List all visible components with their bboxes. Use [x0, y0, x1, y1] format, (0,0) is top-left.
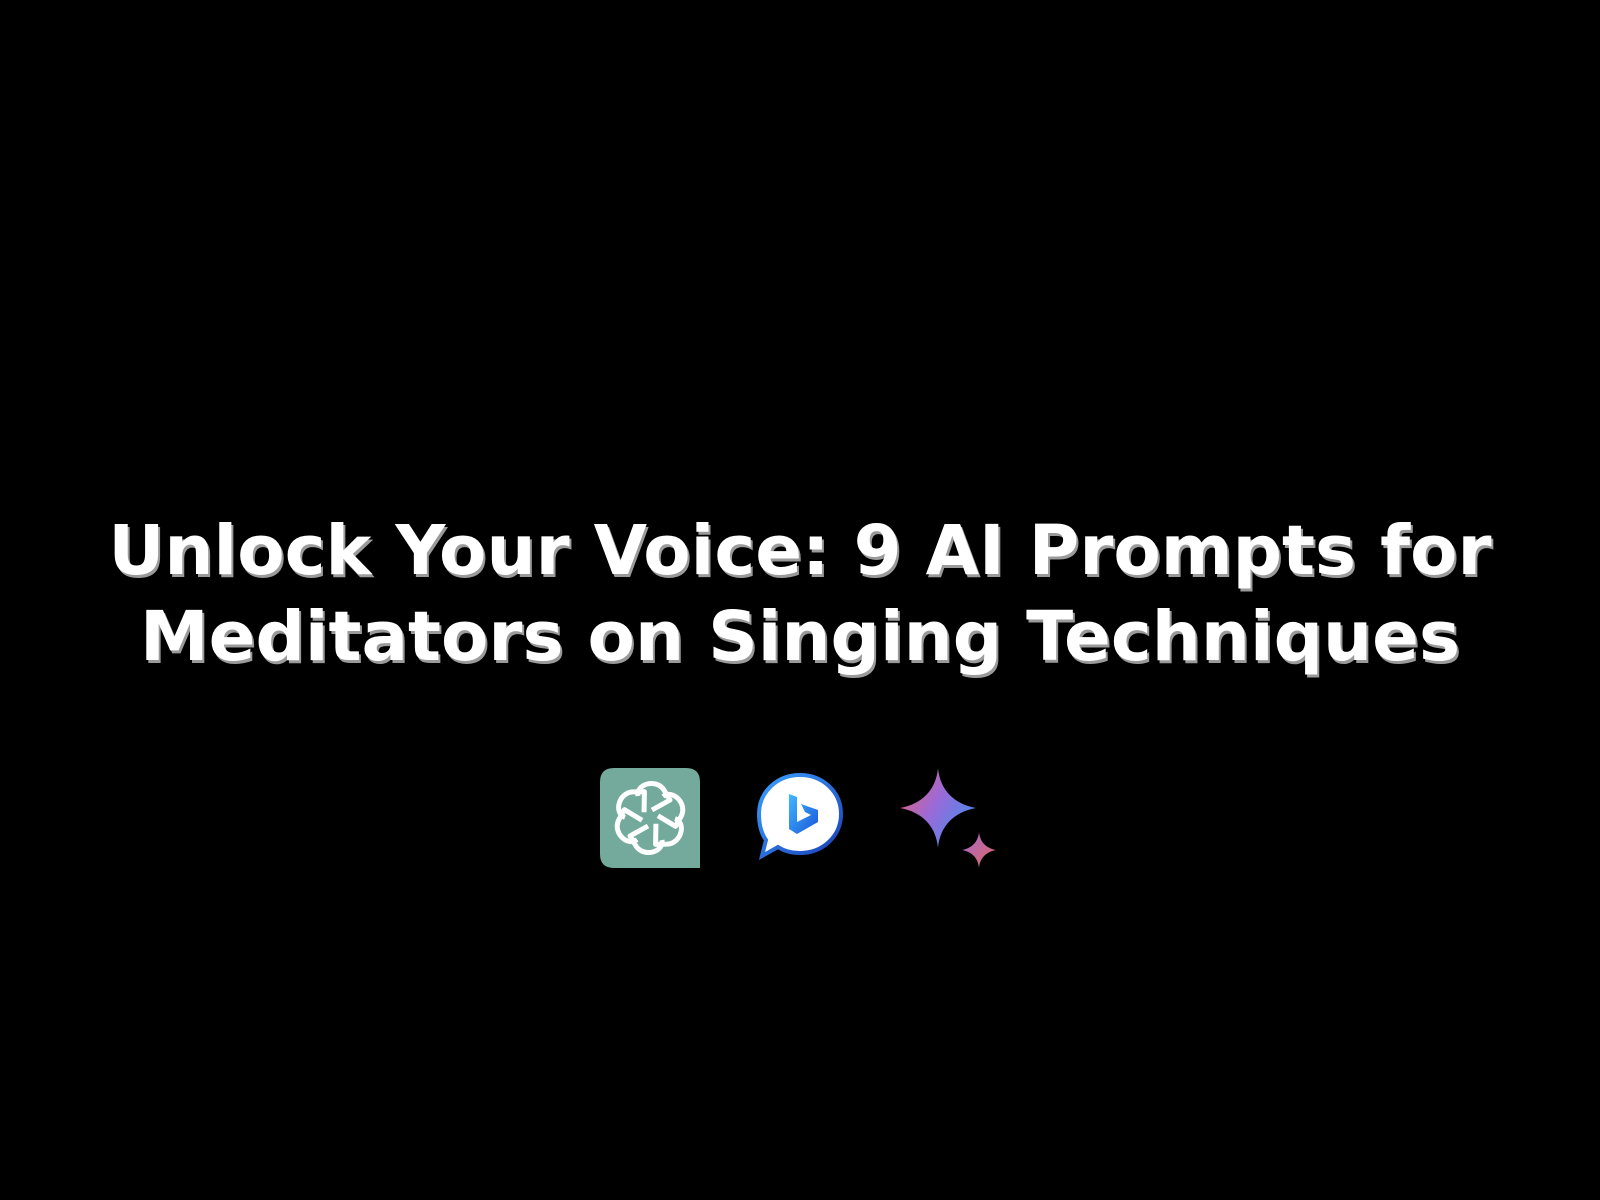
banner: Unlock Your Voice: 9 AI Prompts for Medi… [0, 0, 1600, 1200]
chatgpt-logo-icon [600, 768, 700, 868]
page-title: Unlock Your Voice: 9 AI Prompts for Medi… [0, 508, 1600, 680]
title-line-2: Meditators on Singing Techniques [139, 597, 1461, 677]
ai-logo-row [0, 768, 1600, 878]
title-line-1: Unlock Your Voice: 9 AI Prompts for [108, 511, 1492, 591]
gemini-sparkle-logo-icon [900, 768, 996, 868]
bing-logo-icon [756, 772, 844, 861]
